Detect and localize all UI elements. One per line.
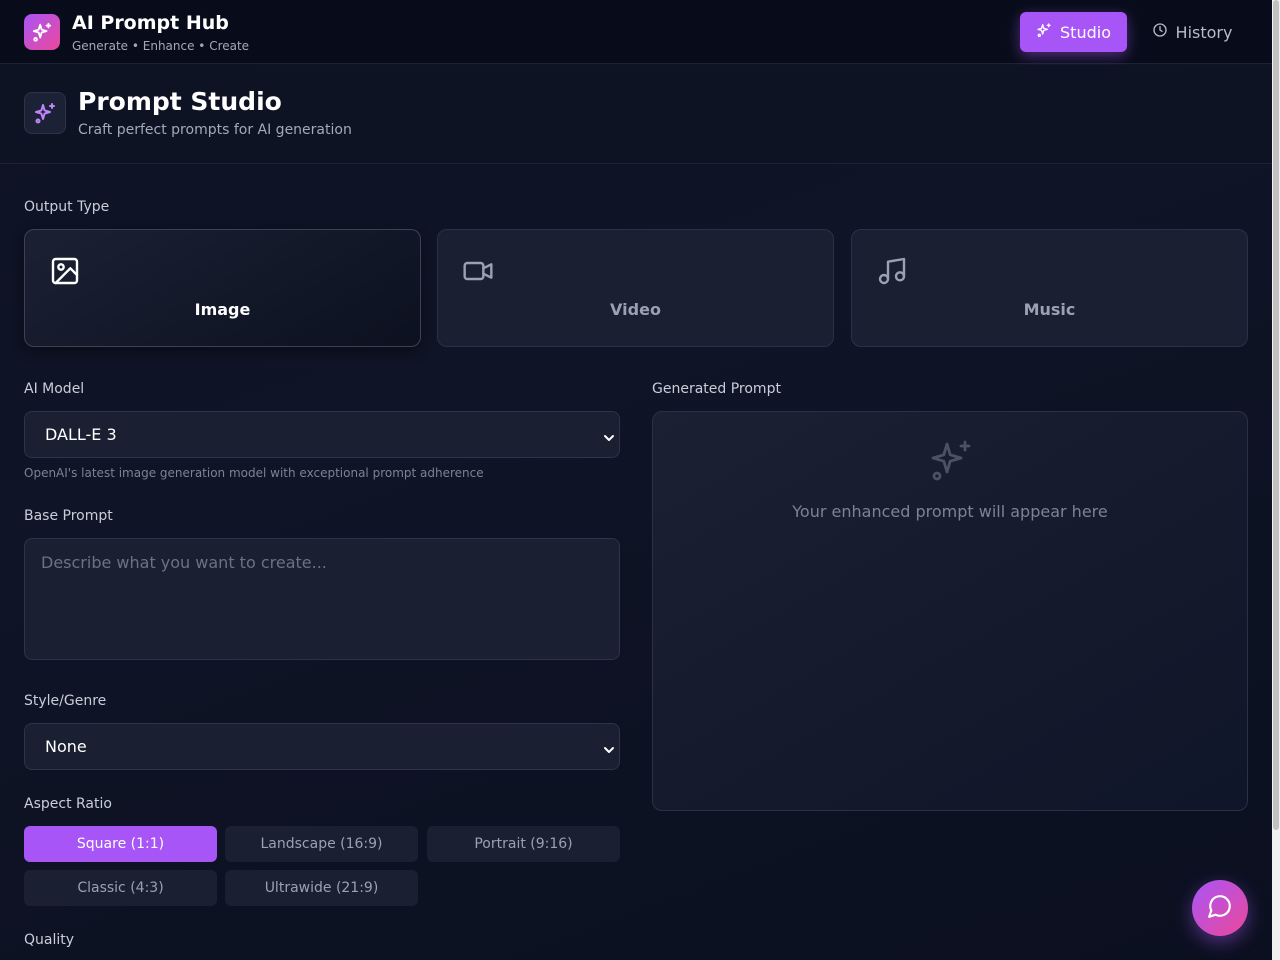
app-title: AI Prompt Hub — [72, 12, 229, 34]
output-type-image-card[interactable]: Image — [24, 229, 421, 347]
style-genre-select[interactable]: None — [24, 723, 620, 770]
output-type-image-label: Image — [194, 300, 251, 319]
generated-prompt-label: Generated Prompt — [652, 381, 781, 397]
aspect-ratio-ultrawide-button[interactable]: Ultrawide (21:9) — [225, 870, 418, 906]
chevron-down-icon — [603, 429, 615, 441]
output-type-video-card[interactable]: Video — [437, 229, 834, 347]
app-subtitle: Generate • Enhance • Create — [72, 39, 250, 53]
video-icon — [462, 255, 494, 287]
base-prompt-textarea[interactable] — [24, 538, 620, 660]
output-type-video-label: Video — [610, 300, 661, 319]
app-header: AI Prompt Hub Generate • Enhance • Creat… — [0, 0, 1272, 64]
nav-studio-label: Studio — [1060, 22, 1111, 42]
sparkles-icon — [927, 436, 975, 484]
ai-model-label: AI Model — [24, 381, 85, 397]
page-header: Prompt Studio Craft perfect prompts for … — [0, 65, 1272, 164]
style-genre-value: None — [45, 737, 87, 756]
aspect-ratio-portrait-button[interactable]: Portrait (9:16) — [427, 826, 620, 862]
nav-history-label: History — [1175, 22, 1233, 42]
chat-bubble-icon — [1207, 893, 1233, 923]
sparkles-icon — [1036, 22, 1052, 42]
aspect-ratio-classic-button[interactable]: Classic (4:3) — [24, 870, 217, 906]
ai-model-value: DALL-E 3 — [45, 425, 117, 444]
nav-studio-button[interactable]: Studio — [1020, 12, 1127, 52]
base-prompt-label: Base Prompt — [24, 508, 113, 524]
output-type-label: Output Type — [24, 199, 110, 215]
chevron-down-icon — [603, 741, 615, 753]
page-title: Prompt Studio — [78, 87, 282, 116]
quality-label: Quality — [24, 932, 75, 948]
aspect-ratio-label: Aspect Ratio — [24, 796, 112, 812]
aspect-ratio-square-button[interactable]: Square (1:1) — [24, 826, 217, 862]
sparkles-logo-icon — [24, 14, 60, 50]
chat-button[interactable] — [1192, 880, 1248, 936]
clock-icon — [1152, 22, 1168, 42]
style-genre-label: Style/Genre — [24, 693, 107, 709]
output-type-music-card[interactable]: Music — [851, 229, 1248, 347]
output-type-music-label: Music — [1023, 300, 1076, 319]
page-subtitle: Craft perfect prompts for AI generation — [78, 122, 352, 138]
ai-model-select[interactable]: DALL-E 3 — [24, 411, 620, 458]
sparkles-icon — [24, 92, 66, 134]
nav-history-button[interactable]: History — [1140, 12, 1244, 52]
ai-model-hint: OpenAI's latest image generation model w… — [24, 466, 484, 480]
generated-prompt-placeholder: Your enhanced prompt will appear here — [792, 502, 1108, 521]
generated-prompt-panel: Your enhanced prompt will appear here — [652, 411, 1248, 811]
aspect-ratio-landscape-button[interactable]: Landscape (16:9) — [225, 826, 418, 862]
scrollbar-thumb[interactable] — [1273, 0, 1279, 830]
image-icon — [49, 255, 81, 287]
music-icon — [876, 255, 908, 287]
